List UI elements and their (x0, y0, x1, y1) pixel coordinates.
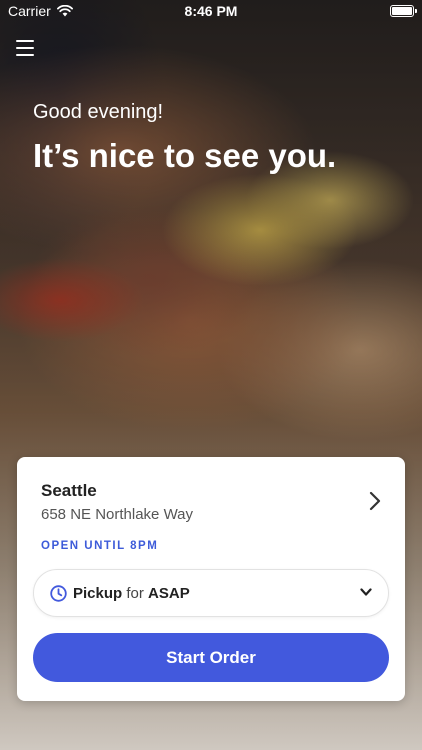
pickup-connector: for (126, 584, 144, 602)
status-bar: Carrier 8:46 PM (0, 0, 422, 22)
hamburger-menu-icon[interactable] (16, 40, 34, 56)
location-address: 658 NE Northlake Way (41, 506, 194, 523)
location-card: Seattle 658 NE Northlake Way OPEN UNTIL … (17, 457, 405, 701)
pickup-time-dropdown[interactable]: Pickup for ASAP (33, 569, 389, 617)
greeting-text: Good evening! (33, 101, 164, 123)
chevron-down-icon (360, 588, 372, 596)
chevron-right-icon (369, 491, 381, 511)
start-order-button[interactable]: Start Order (33, 633, 389, 682)
pickup-time: ASAP (148, 584, 190, 602)
open-hours-status: OPEN UNTIL 8PM (41, 540, 159, 552)
battery-icon (390, 5, 417, 17)
welcome-headline: It’s nice to see you. (33, 137, 337, 174)
pickup-summary: Pickup for ASAP (73, 585, 190, 602)
location-selector[interactable]: Seattle 658 NE Northlake Way (41, 481, 385, 527)
pickup-mode: Pickup (73, 584, 123, 602)
status-time: 8:46 PM (184, 3, 238, 19)
clock-icon (50, 584, 67, 602)
location-name: Seattle (41, 481, 97, 500)
